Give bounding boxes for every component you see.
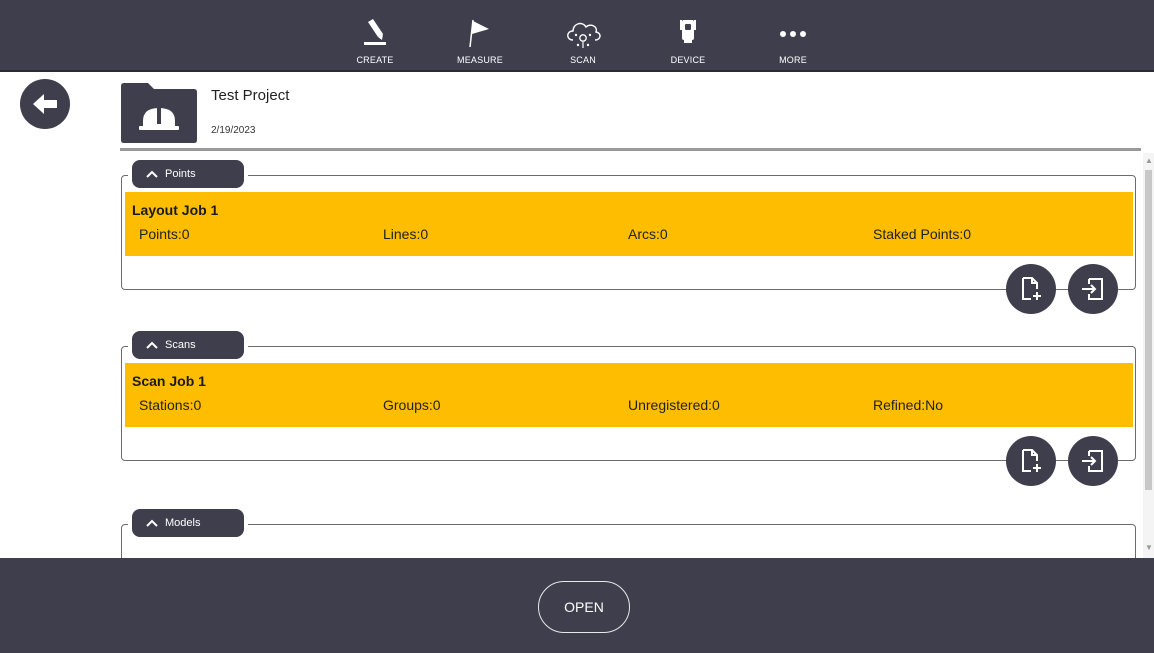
toolbar-device-button[interactable]: DEVICE: [653, 0, 723, 72]
open-button[interactable]: OPEN: [538, 581, 630, 633]
device-icon: [680, 20, 696, 43]
job-stat-lines: Lines:0: [383, 226, 429, 242]
points-new-job-button[interactable]: [1006, 264, 1056, 314]
job-stat-arcs: Arcs:0: [628, 226, 668, 242]
arrow-left-icon: [33, 94, 57, 114]
project-folder-icon: [121, 83, 197, 143]
project-content: Points Layout Job 1 Points:0 Lines:0 Arc…: [0, 151, 1154, 558]
job-stat-unregistered: Unregistered:0: [628, 397, 720, 413]
chevron-up-icon: [146, 170, 158, 178]
toolbar-device-label: DEVICE: [670, 55, 706, 65]
models-section-label: Models: [165, 517, 201, 529]
toolbar-more-button[interactable]: MORE: [758, 0, 828, 72]
project-date: 2/19/2023: [211, 125, 256, 136]
scroll-down-arrow-icon[interactable]: ▼: [1145, 543, 1153, 552]
scans-new-job-button[interactable]: [1006, 436, 1056, 486]
chevron-up-icon: [146, 341, 158, 349]
project-name: Test Project: [211, 87, 290, 104]
new-file-icon: [1022, 449, 1041, 472]
import-icon: [1082, 450, 1103, 472]
scan-job-row[interactable]: Scan Job 1 Stations:0 Groups:0 Unregiste…: [125, 363, 1133, 427]
points-section: Points Layout Job 1 Points:0 Lines:0 Arc…: [121, 160, 1136, 290]
pencil-icon: [364, 19, 386, 45]
import-icon: [1082, 278, 1103, 300]
points-section-label: Points: [165, 168, 196, 180]
points-section-toggle[interactable]: Points: [132, 160, 244, 188]
scans-section: Scans Scan Job 1 Stations:0 Groups:0 Unr…: [121, 331, 1136, 461]
scrollbar-thumb[interactable]: [1145, 170, 1152, 490]
back-button[interactable]: [20, 79, 70, 129]
scans-section-toggle[interactable]: Scans: [132, 331, 244, 359]
toolbar-measure-button[interactable]: MEASURE: [445, 0, 515, 72]
more-dots-icon: [780, 31, 806, 37]
toolbar-create-label: CREATE: [356, 55, 394, 65]
job-stat-stations: Stations:0: [139, 397, 202, 413]
toolbar-measure-label: MEASURE: [457, 55, 503, 65]
toolbar-more-label: MORE: [779, 55, 807, 65]
job-stat-points: Points:0: [139, 226, 190, 242]
job-stat-groups: Groups:0: [383, 397, 441, 413]
scans-import-button[interactable]: [1068, 436, 1118, 486]
top-toolbar: CREATE MEASURE SCAN DEVICE MORE: [0, 0, 1154, 72]
bottom-bar: OPEN: [0, 558, 1154, 653]
job-title: Scan Job 1: [132, 373, 206, 389]
layout-job-row[interactable]: Layout Job 1 Points:0 Lines:0 Arcs:0 Sta…: [125, 192, 1133, 256]
flag-icon: [469, 19, 489, 48]
toolbar-scan-button[interactable]: SCAN: [548, 0, 618, 72]
job-title: Layout Job 1: [132, 202, 219, 218]
scan-cloud-icon: [567, 22, 601, 48]
scroll-up-arrow-icon[interactable]: ▲: [1145, 156, 1153, 165]
models-section-toggle[interactable]: Models: [132, 509, 244, 537]
chevron-up-icon: [146, 519, 158, 527]
new-file-icon: [1022, 277, 1041, 300]
scans-section-label: Scans: [165, 339, 196, 351]
toolbar-create-button[interactable]: CREATE: [340, 0, 410, 72]
toolbar-scan-label: SCAN: [570, 55, 596, 65]
job-stat-refined: Refined:No: [873, 397, 944, 413]
points-import-button[interactable]: [1068, 264, 1118, 314]
job-stat-staked-points: Staked Points:0: [873, 226, 972, 242]
models-section: Models: [121, 509, 1136, 558]
